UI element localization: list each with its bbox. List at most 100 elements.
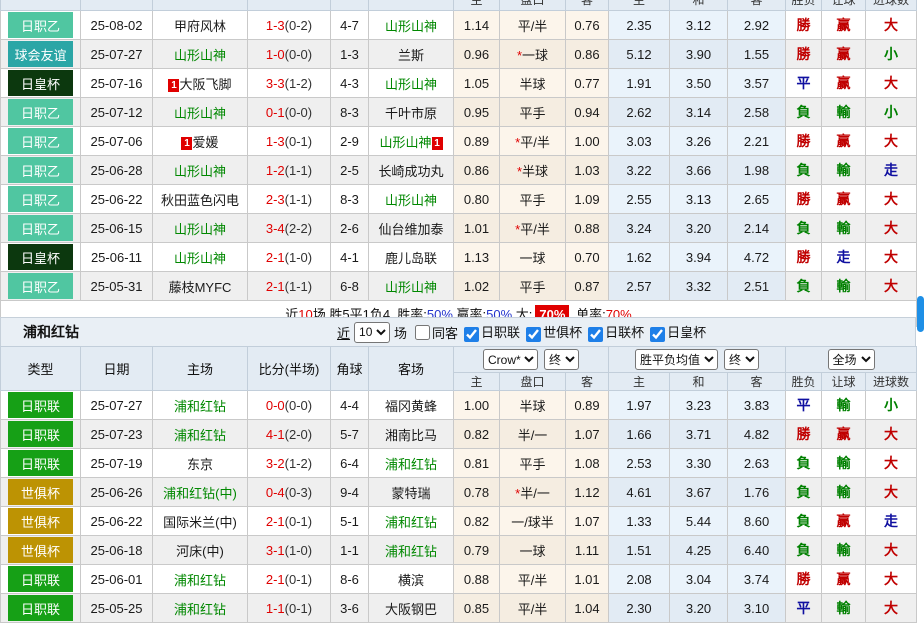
away-team: 山形山神1 xyxy=(369,127,454,156)
result-handicap: 赢 xyxy=(822,69,866,98)
match-scope-select[interactable]: 全场 xyxy=(828,349,875,370)
team-name: 浦和红钻(中) xyxy=(163,486,237,501)
team-name: 福冈黄蜂 xyxy=(385,399,437,414)
scrollbar-thumb[interactable] xyxy=(917,296,924,332)
match-row: 日职联25-06-01浦和红钻2-1(0-1)8-6横滨0.88平/半1.012… xyxy=(1,565,917,594)
line-text: 半球 xyxy=(519,77,545,92)
euro-stage-select[interactable]: 终 xyxy=(724,349,759,370)
score-halftime: (1-2) xyxy=(285,456,312,471)
result-wdl: 平 xyxy=(786,594,822,623)
score-fulltime: 1-2 xyxy=(266,163,285,178)
team-name: 甲府风林 xyxy=(174,19,226,34)
league-badge: 日职联 xyxy=(8,450,73,476)
match-row: 日职乙25-08-02甲府风林1-3(0-2)4-7山形山神1.14平/半0.7… xyxy=(1,11,917,40)
line-text: 一球 xyxy=(519,544,545,559)
corners-cell: 4-7 xyxy=(331,11,369,40)
euro-home-odds: 1.97 xyxy=(609,391,670,420)
asia-handicap-line: *一球 xyxy=(500,40,566,69)
team-name: 大阪飞脚 xyxy=(179,77,231,92)
score-halftime: (0-1) xyxy=(285,572,312,587)
header-blank-cell xyxy=(248,0,331,11)
odds-stage-select[interactable]: 终 xyxy=(544,349,579,370)
recent-count-select[interactable]: 10 xyxy=(354,322,390,343)
euro-draw-odds: 3.50 xyxy=(670,69,728,98)
team-name: 浦和红钻 xyxy=(385,515,437,530)
same-opponent-label: 同客 xyxy=(432,323,458,342)
away-team: 福冈黄蜂 xyxy=(369,391,454,420)
league-badge: 日职乙 xyxy=(8,186,73,212)
line-text: 平手 xyxy=(519,193,545,208)
score-fulltime: 0-1 xyxy=(266,105,285,120)
team-name: 横滨 xyxy=(398,573,424,588)
home-team: 山形山神 xyxy=(153,214,248,243)
result-goals: 大 xyxy=(866,127,917,156)
euro-away-odds: 2.65 xyxy=(728,185,786,214)
asia-handicap-line: 半球 xyxy=(500,391,566,420)
home-team: 浦和红钻 xyxy=(153,594,248,623)
score-halftime: (0-0) xyxy=(285,47,312,62)
corners-cell: 2-6 xyxy=(331,214,369,243)
league-checkbox-2[interactable] xyxy=(526,327,541,342)
asia-home-odds: 1.00 xyxy=(454,391,500,420)
asia-away-odds: 0.76 xyxy=(566,11,609,40)
column-header: 和 xyxy=(670,0,728,11)
league-cell: 日皇杯 xyxy=(1,69,81,98)
euro-home-odds: 2.53 xyxy=(609,449,670,478)
league-checkbox-4[interactable] xyxy=(650,327,665,342)
odds-select-cell: 全场 xyxy=(786,347,917,373)
match-date: 25-06-11 xyxy=(81,243,153,272)
score-cell: 3-2(1-2) xyxy=(248,449,331,478)
result-wdl: 勝 xyxy=(786,40,822,69)
same-opponent-checkbox[interactable] xyxy=(415,325,430,340)
score-halftime: (1-0) xyxy=(285,543,312,558)
league-checkbox-1[interactable] xyxy=(464,327,479,342)
note-badge: 1 xyxy=(168,79,179,92)
asia-away-odds: 0.89 xyxy=(566,391,609,420)
euro-draw-odds: 3.26 xyxy=(670,127,728,156)
home-team: 浦和红钻(中) xyxy=(153,478,248,507)
euro-home-odds: 3.24 xyxy=(609,214,670,243)
euro-away-odds: 4.72 xyxy=(728,243,786,272)
match-date: 25-07-27 xyxy=(81,391,153,420)
asia-handicap-line: 平手 xyxy=(500,98,566,127)
asia-home-odds: 0.78 xyxy=(454,478,500,507)
section-title-bar: 浦和红钻 近 10 场 同客 日职联世俱杯日联杯日皇杯 xyxy=(0,317,916,346)
match-date: 25-07-12 xyxy=(81,98,153,127)
match-row: 日皇杯25-07-161大阪飞脚3-3(1-2)4-3山形山神1.05半球0.7… xyxy=(1,69,917,98)
league-badge: 日职乙 xyxy=(8,157,73,183)
league-badge: 球会友谊 xyxy=(8,41,73,67)
column-subheader: 客 xyxy=(566,373,609,391)
header-blank-cell xyxy=(1,0,81,11)
bookmaker-select[interactable]: Crow* xyxy=(483,349,538,370)
asia-away-odds: 0.88 xyxy=(566,214,609,243)
result-wdl: 勝 xyxy=(786,243,822,272)
league-checkbox-3[interactable] xyxy=(588,327,603,342)
league-cell: 日职乙 xyxy=(1,11,81,40)
team-name: 浦和红钻 xyxy=(385,457,437,472)
score-halftime: (0-0) xyxy=(285,105,312,120)
result-wdl: 勝 xyxy=(786,127,822,156)
asia-home-odds: 0.80 xyxy=(454,185,500,214)
league-cell: 日职乙 xyxy=(1,214,81,243)
match-date: 25-07-16 xyxy=(81,69,153,98)
result-goals: 大 xyxy=(866,272,917,301)
euro-odds-select[interactable]: 胜平负均值 xyxy=(635,349,718,370)
corners-cell: 5-1 xyxy=(331,507,369,536)
euro-home-odds: 1.91 xyxy=(609,69,670,98)
column-subheader: 胜负 xyxy=(786,373,822,391)
euro-home-odds: 4.61 xyxy=(609,478,670,507)
result-goals: 走 xyxy=(866,156,917,185)
euro-draw-odds: 3.94 xyxy=(670,243,728,272)
league-badge: 日职联 xyxy=(8,595,73,621)
score-halftime: (0-3) xyxy=(285,485,312,500)
euro-home-odds: 1.51 xyxy=(609,536,670,565)
column-subheader: 盘口 xyxy=(500,373,566,391)
match-row: 日职乙25-06-28山形山神1-2(1-1)2-5长崎成功丸0.86*半球1.… xyxy=(1,156,917,185)
score-fulltime: 1-3 xyxy=(266,18,285,33)
result-goals: 大 xyxy=(866,478,917,507)
corners-cell: 4-4 xyxy=(331,391,369,420)
league-badge: 日职乙 xyxy=(8,215,73,241)
line-text: 平手 xyxy=(519,457,545,472)
asia-away-odds: 0.87 xyxy=(566,272,609,301)
column-header: 比分(半场) xyxy=(248,347,331,391)
